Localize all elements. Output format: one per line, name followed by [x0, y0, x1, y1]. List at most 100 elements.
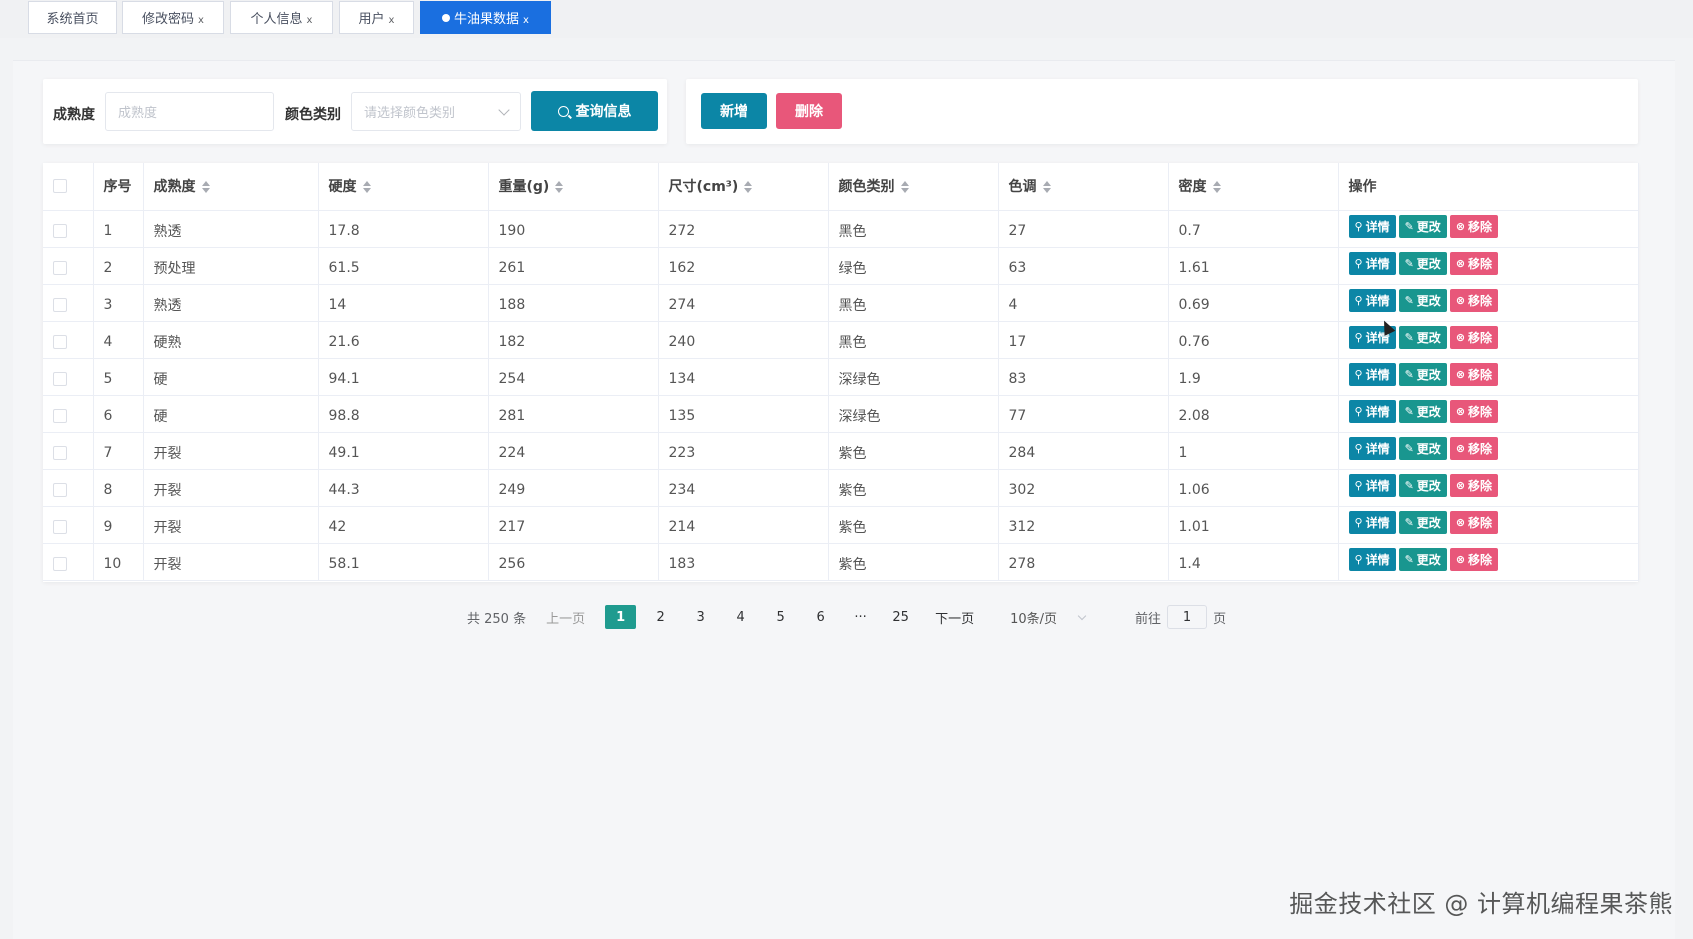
select-all-checkbox[interactable] [53, 179, 67, 194]
remove-label: 移除 [1468, 516, 1493, 530]
close-icon[interactable]: x [523, 15, 529, 26]
row-checkbox[interactable] [53, 260, 67, 275]
remove-button[interactable]: ⊗ 移除 [1449, 474, 1499, 497]
table-row: 1 熟透 17.8 190 272 黑色 27 0.7 ⚲ 详情 ✎ 更改 ⊗ 移除 [43, 210, 1639, 248]
header-ripeness[interactable]: 成熟度 [143, 163, 319, 211]
detail-button[interactable]: ⚲ 详情 [1348, 474, 1396, 497]
page-button[interactable]: 1 [605, 605, 637, 629]
cell-ripeness: 开裂 [143, 506, 319, 544]
tab-avocado-data[interactable]: 牛油果数据 x [420, 1, 551, 34]
query-button[interactable]: 查询信息 [531, 91, 658, 131]
cell-weight: 256 [488, 543, 659, 581]
row-checkbox[interactable] [53, 408, 67, 423]
pencil-icon: ✎ [1404, 220, 1414, 233]
detail-button[interactable]: ⚲ 详情 [1348, 252, 1396, 275]
edit-button[interactable]: ✎ 更改 [1398, 252, 1447, 275]
remove-button[interactable]: ⊗ 移除 [1449, 437, 1499, 460]
chevron-down-icon [498, 104, 510, 116]
remove-label: 移除 [1468, 442, 1493, 456]
row-checkbox[interactable] [53, 297, 67, 312]
page-button[interactable]: 2 [645, 605, 676, 629]
edit-button[interactable]: ✎ 更改 [1398, 400, 1447, 423]
row-checkbox[interactable] [53, 371, 67, 386]
page-button[interactable]: 6 [805, 605, 836, 629]
edit-button[interactable]: ✎ 更改 [1398, 289, 1447, 312]
next-page-button[interactable]: 下一页 [935, 608, 974, 627]
sort-icon[interactable] [900, 181, 909, 194]
edit-button[interactable]: ✎ 更改 [1398, 511, 1447, 534]
edit-button[interactable]: ✎ 更改 [1398, 548, 1447, 571]
sort-icon[interactable] [1042, 181, 1051, 194]
sort-icon[interactable] [201, 181, 210, 194]
tab-change-password[interactable]: 修改密码 x [122, 1, 224, 34]
pagination-total: 共 250 条 [467, 611, 527, 627]
page-button[interactable]: 25 [885, 605, 916, 629]
edit-label: 更改 [1416, 553, 1441, 567]
cell-hardness: 42 [318, 506, 489, 544]
detail-button[interactable]: ⚲ 详情 [1348, 363, 1396, 386]
cell-size: 234 [658, 469, 829, 507]
add-button[interactable]: 新增 [701, 93, 767, 129]
page-button[interactable]: ··· [845, 605, 876, 629]
cell-index: 10 [93, 543, 144, 581]
page-size-select[interactable]: 10条/页 [1010, 608, 1087, 627]
sort-icon[interactable] [744, 181, 753, 194]
close-icon[interactable]: x [198, 15, 204, 26]
edit-button[interactable]: ✎ 更改 [1398, 437, 1447, 460]
detail-button[interactable]: ⚲ 详情 [1348, 215, 1396, 238]
sort-icon[interactable] [1212, 181, 1221, 194]
remove-button[interactable]: ⊗ 移除 [1449, 400, 1499, 423]
color-select[interactable]: 请选择颜色类别 [351, 92, 521, 131]
header-density[interactable]: 密度 [1168, 163, 1339, 211]
page-button[interactable]: 3 [685, 605, 716, 629]
edit-button[interactable]: ✎ 更改 [1398, 474, 1447, 497]
header-weight[interactable]: 重量(g) [488, 163, 659, 211]
row-checkbox[interactable] [53, 482, 67, 497]
remove-button[interactable]: ⊗ 移除 [1449, 326, 1499, 349]
remove-button[interactable]: ⊗ 移除 [1449, 363, 1499, 386]
detail-button[interactable]: ⚲ 详情 [1348, 400, 1396, 423]
page-button[interactable]: 5 [765, 605, 796, 629]
detail-button[interactable]: ⚲ 详情 [1348, 511, 1396, 534]
cell-ops: ⚲ 详情 ✎ 更改 ⊗ 移除 [1338, 543, 1639, 581]
prev-page-button[interactable]: 上一页 [546, 608, 585, 627]
tab-home[interactable]: 系统首页 [28, 1, 117, 34]
header-hardness[interactable]: 硬度 [318, 163, 489, 211]
sort-icon[interactable] [555, 181, 564, 194]
sort-icon[interactable] [362, 181, 371, 194]
edit-button[interactable]: ✎ 更改 [1398, 215, 1447, 238]
header-hue[interactable]: 色调 [998, 163, 1169, 211]
close-icon[interactable]: x [307, 15, 313, 26]
row-checkbox[interactable] [53, 519, 67, 534]
page-button[interactable]: 4 [725, 605, 756, 629]
detail-button[interactable]: ⚲ 详情 [1348, 437, 1396, 460]
row-checkbox[interactable] [53, 445, 67, 460]
ripeness-input[interactable]: 成熟度 [105, 92, 274, 131]
row-checkbox[interactable] [53, 556, 67, 571]
tab-profile[interactable]: 个人信息 x [230, 1, 333, 34]
tab-users[interactable]: 用户 x [339, 1, 414, 34]
remove-button[interactable]: ⊗ 移除 [1449, 289, 1499, 312]
cell-density: 1.06 [1168, 469, 1339, 507]
cell-hardness: 98.8 [318, 395, 489, 433]
delete-button[interactable]: 删除 [776, 93, 842, 129]
detail-button[interactable]: ⚲ 详情 [1348, 548, 1396, 571]
row-checkbox[interactable] [53, 223, 67, 238]
detail-button[interactable]: ⚲ 详情 [1348, 289, 1396, 312]
close-icon[interactable]: x [389, 15, 395, 26]
header-size[interactable]: 尺寸(cm³) [658, 163, 829, 211]
remove-button[interactable]: ⊗ 移除 [1449, 252, 1499, 275]
remove-button[interactable]: ⊗ 移除 [1449, 511, 1499, 534]
header-color[interactable]: 颜色类别 [828, 163, 999, 211]
edit-button[interactable]: ✎ 更改 [1398, 363, 1447, 386]
edit-button[interactable]: ✎ 更改 [1398, 326, 1447, 349]
goto-page-input[interactable]: 1 [1167, 605, 1208, 629]
remove-button[interactable]: ⊗ 移除 [1449, 215, 1499, 238]
cell-size: 274 [658, 284, 829, 322]
pencil-icon: ✎ [1404, 479, 1414, 492]
cell-density: 0.69 [1168, 284, 1339, 322]
cell-color: 深绿色 [828, 358, 999, 396]
header-label: 颜色类别 [838, 179, 895, 196]
row-checkbox[interactable] [53, 334, 67, 349]
remove-button[interactable]: ⊗ 移除 [1449, 548, 1499, 571]
